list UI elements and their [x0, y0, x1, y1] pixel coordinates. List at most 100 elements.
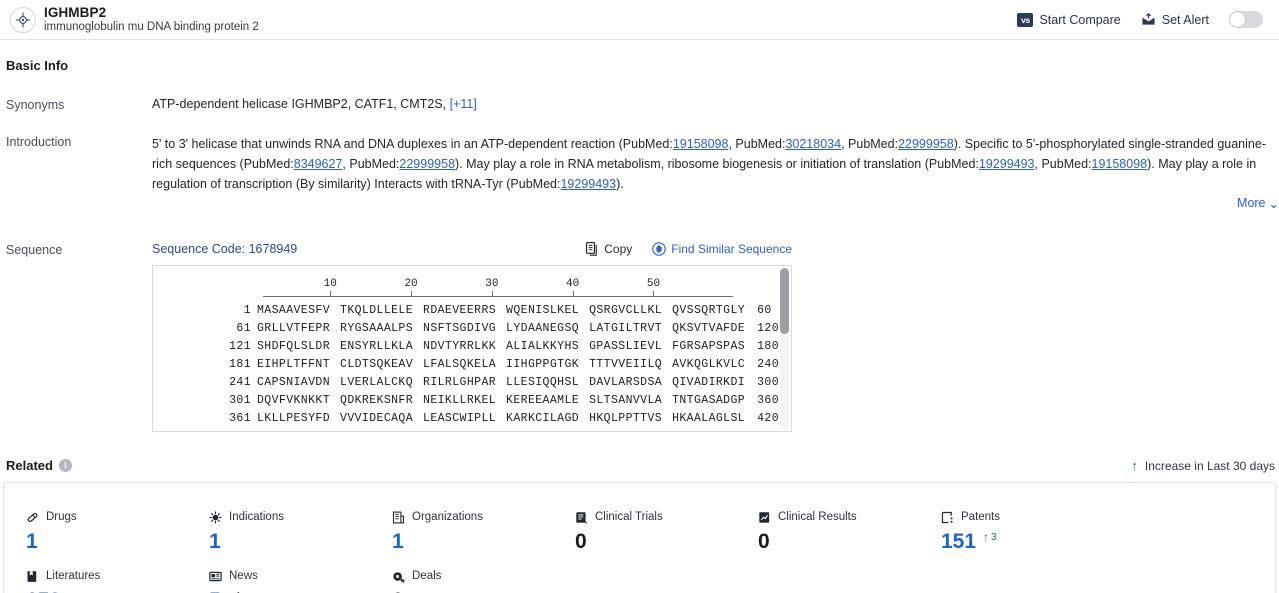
related-item-deals[interactable]: Deals0: [392, 568, 575, 593]
sequence-line: 61 GRLLVTFEPR RYGSAAALPS NSFTSGDIVG LYDAANEG…: [153, 322, 791, 340]
related-item-clinical-trials[interactable]: Clinical Trials 0: [575, 509, 758, 552]
sequence-chunk: QSRGVCLLKL: [589, 304, 663, 317]
sequence-scrollbar[interactable]: [780, 268, 789, 429]
related-item-label: Literatures: [46, 570, 101, 582]
related-item-value: 1: [26, 531, 209, 552]
related-item-label: News: [229, 570, 258, 582]
sequence-chunk: RDAEVEERRS: [423, 304, 497, 317]
similar-sequence-icon: [652, 242, 667, 256]
page-title-block: IGHMBP2 immunoglobulin mu DNA binding pr…: [44, 5, 259, 35]
sequence-line-residues: DQVFVKNKKT QDKREKSNFR NEIKLLRKEL KEREEAAMLE…: [257, 394, 745, 407]
related-item-label: Drugs: [46, 511, 77, 523]
sequence-line-residues: LKLLPESYFD VVVIDECAQA LEASCWIPLL KARKCILAGD…: [257, 412, 745, 425]
related-item-label: Indications: [229, 511, 284, 523]
ruler-tick-50: 50: [646, 278, 661, 290]
ruler-tick-mark-30: [491, 291, 493, 296]
clinical-trial-icon: [575, 511, 588, 524]
sequence-line-residues: GRLLVTFEPR RYGSAAALPS NSFTSGDIVG LYDAANEGSQ…: [257, 322, 745, 335]
pubmed-link-19158098[interactable]: 19158098: [673, 137, 729, 151]
find-similar-sequence-button[interactable]: Find Similar Sequence: [652, 242, 792, 256]
related-item-organizations[interactable]: Organizations 1: [392, 509, 575, 552]
sequence-line-residues: SHDFQLSLDR ENSYRLLKLA NDVTYRRLKK ALIALKKYHS…: [257, 340, 745, 353]
sequence-chunk: QVSSQRTGLY: [672, 304, 746, 317]
sequence-chunk: HKQLPPTTVS: [589, 412, 663, 425]
sequence-line-start: 121: [229, 340, 251, 353]
target-crosshair-icon: [10, 6, 36, 33]
sequence-chunk: DQVFVKNKKT: [257, 394, 331, 407]
related-heading: Related: [6, 458, 53, 473]
pubmed-link-30218034[interactable]: 30218034: [785, 137, 841, 151]
intro-seg-1: 5' to 3' helicase that unwinds RNA and D…: [152, 137, 673, 151]
info-icon[interactable]: i: [58, 459, 72, 472]
start-compare-label: Start Compare: [1039, 12, 1121, 27]
related-item-count: 0: [758, 530, 770, 553]
sequence-value: Sequence Code: 1678949 Copy Find Similar…: [152, 242, 1279, 432]
basic-info-heading: Basic Info: [6, 58, 69, 73]
related-header: Related i ↑ Increase in Last 30 days: [0, 432, 1279, 473]
sequence-line-start: 61: [236, 322, 251, 335]
related-item-drugs[interactable]: Drugs 1: [26, 509, 209, 552]
sequence-chunk: QIVADIRKDI: [672, 376, 746, 389]
copy-icon: [586, 242, 599, 256]
related-item-label-row: Drugs: [26, 509, 209, 525]
sequence-chunk: ENSYRLLKLA: [340, 340, 414, 353]
alert-toggle[interactable]: [1229, 11, 1263, 28]
sequence-chunk: LFALSQKELA: [423, 358, 497, 371]
ruler-tick-mark-10: [330, 291, 332, 296]
sequence-viewer[interactable]: 10 20 30 40 50 1 MASAAVESFV TKQLDLLELE RDAEVEER…: [152, 265, 792, 432]
sequence-chunk: RILRLGHPAR: [423, 376, 497, 389]
sequence-line: 1 MASAAVESFV TKQLDLLELE RDAEVEERRS WQENISLKE…: [153, 304, 791, 322]
ruler-tick-20: 20: [404, 278, 418, 290]
sequence-scrollbar-thumb[interactable]: [780, 268, 789, 334]
clinical-result-icon: [758, 511, 771, 524]
find-similar-label: Find Similar Sequence: [671, 242, 792, 256]
introduction-more-button[interactable]: More ⌄: [152, 195, 1279, 211]
sequence-chunk: NEIKLLRKEL: [423, 394, 497, 407]
intro-seg-9: ).: [616, 177, 624, 191]
related-item-indications[interactable]: Indications 1: [209, 509, 392, 552]
sequence-tool-group: Copy Find Similar Sequence: [586, 242, 792, 256]
ruler-tick-10: 10: [323, 278, 337, 290]
pubmed-link-19299493-a[interactable]: 19299493: [979, 157, 1035, 171]
set-alert-label: Set Alert: [1161, 12, 1209, 27]
sequence-ruler: 10 20 30 40 50: [263, 278, 733, 304]
pubmed-link-19299493-b[interactable]: 19299493: [560, 177, 616, 191]
related-item-count: 1: [392, 530, 404, 553]
introduction-row: Introduction 5' to 3' helicase that unwi…: [0, 112, 1279, 211]
sequence-chunk: KEREEAAMLE: [506, 394, 580, 407]
alert-toggle-knob: [1230, 12, 1245, 27]
sequence-line-end: 240: [757, 358, 779, 371]
sequence-chunk: ALIALKKYHS: [506, 340, 580, 353]
related-item-count: 151: [941, 530, 977, 553]
chevron-down-icon: ⌄: [1268, 197, 1279, 211]
intro-seg-3: , PubMed:: [841, 137, 899, 151]
sequence-line-start: 361: [229, 412, 251, 425]
vs-badge-icon: vs: [1017, 12, 1034, 27]
sequence-chunk: GRLLVTFEPR: [257, 322, 331, 335]
related-item-clinical-results[interactable]: Clinical Results 0: [758, 509, 941, 552]
pubmed-link-19158098-b[interactable]: 19158098: [1092, 157, 1148, 171]
sequence-line-end: 360: [757, 394, 779, 407]
sequence-line-end: 300: [757, 376, 779, 389]
related-item-literatures[interactable]: Literatures159: [26, 568, 209, 593]
sequence-content: 10 20 30 40 50 1 MASAAVESFV TKQLDLLELE RDAEVEER…: [153, 266, 791, 430]
set-alert-button[interactable]: Set Alert: [1141, 12, 1209, 27]
page-subtitle: immunoglobulin mu DNA binding protein 2: [44, 21, 259, 34]
sequence-chunk: DAVLARSDSA: [589, 376, 663, 389]
related-item-value: 0: [758, 531, 941, 552]
related-item-label-row: Indications: [209, 509, 392, 525]
pubmed-link-8349627[interactable]: 8349627: [294, 157, 343, 171]
related-item-patents[interactable]: Patents 151 ↑ 3: [941, 509, 1124, 552]
related-item-label-row: Organizations: [392, 509, 575, 525]
pubmed-link-22999958-b[interactable]: 22999958: [399, 157, 455, 171]
sequence-chunk: LATGILTRVT: [589, 322, 663, 335]
related-item-label-row: Deals: [392, 568, 575, 584]
copy-sequence-button[interactable]: Copy: [586, 242, 632, 256]
pubmed-link-22999958-a[interactable]: 22999958: [898, 137, 954, 151]
sequence-row: Sequence Sequence Code: 1678949 Copy Fin…: [0, 210, 1279, 432]
start-compare-button[interactable]: vs Start Compare: [1017, 12, 1121, 27]
related-item-news[interactable]: News5↑1: [209, 568, 392, 593]
related-item-label-row: News: [209, 568, 392, 584]
sequence-line-end: 60: [757, 304, 772, 317]
synonyms-more-link[interactable]: [+11]: [450, 97, 477, 111]
